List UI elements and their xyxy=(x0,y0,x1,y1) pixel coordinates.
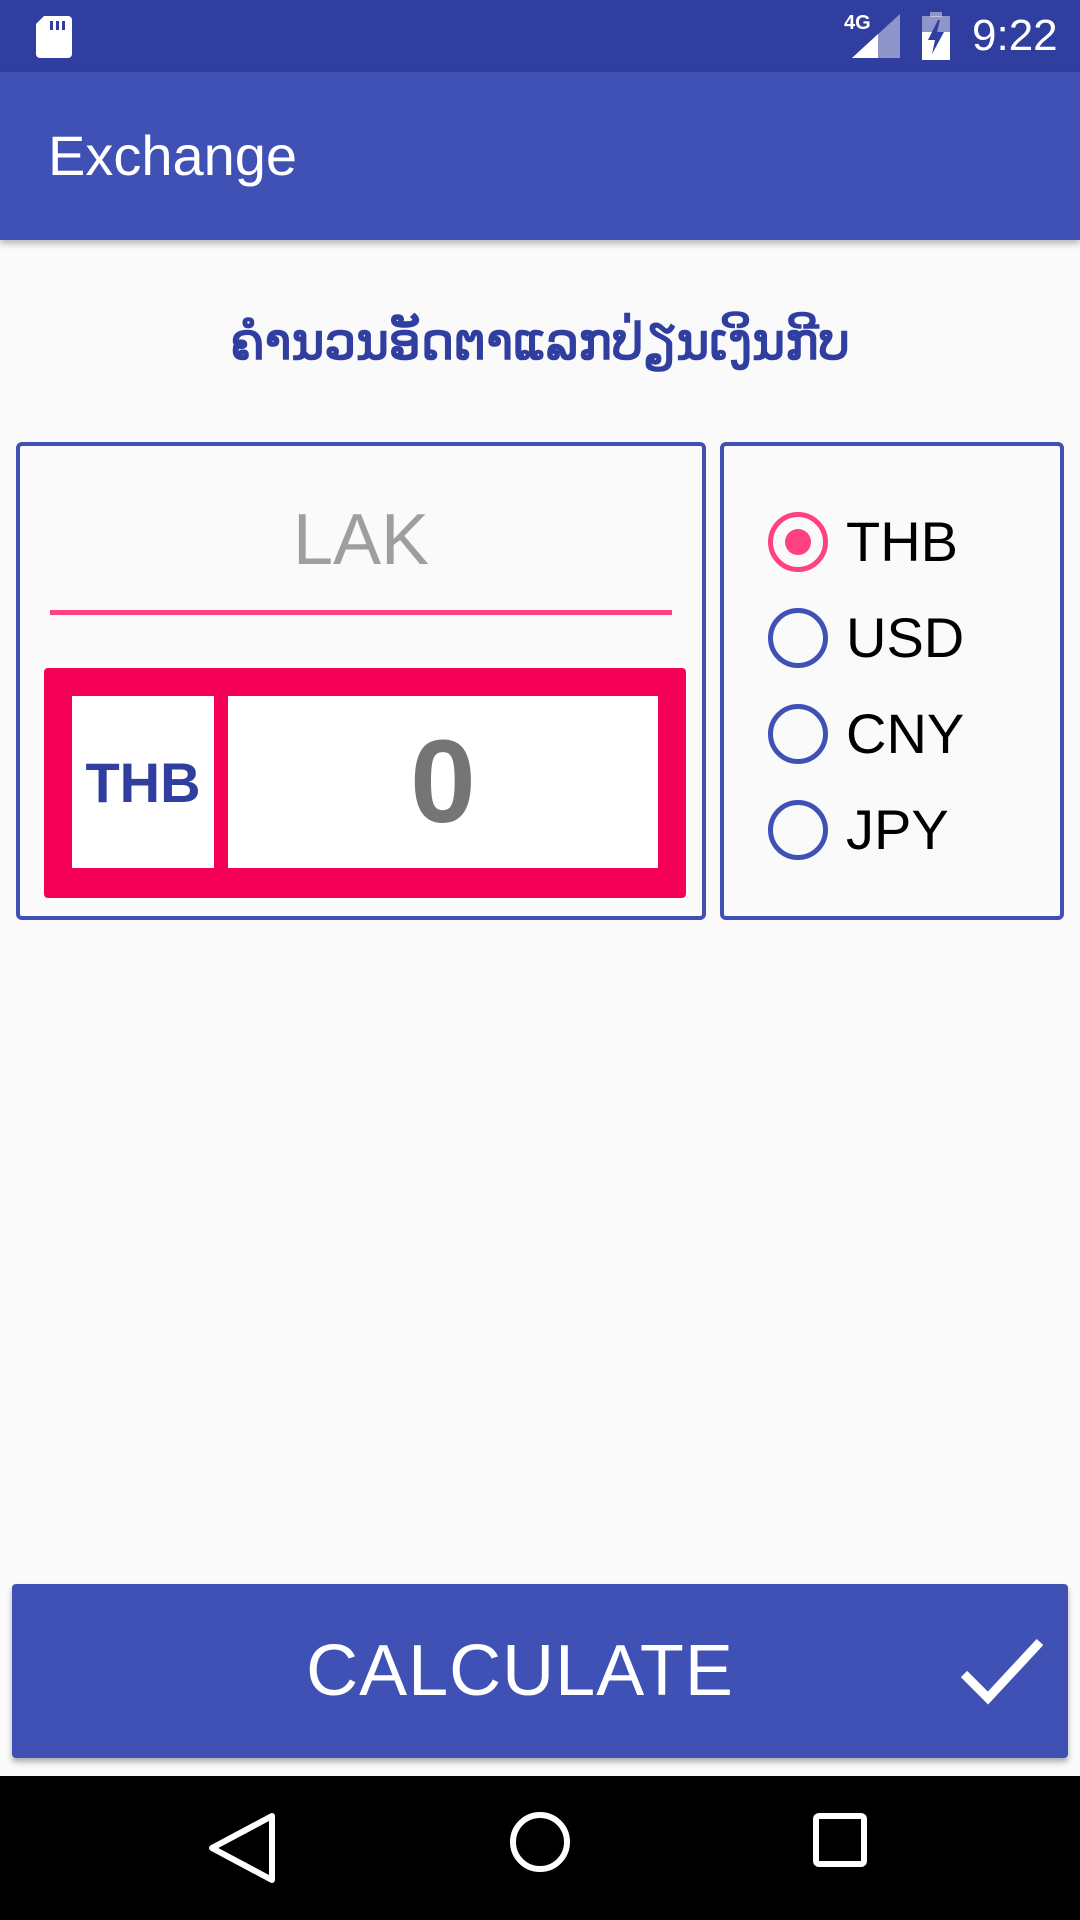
input-underline xyxy=(50,610,672,615)
radio-option-usd[interactable]: USD xyxy=(768,598,964,678)
radio-option-thb[interactable]: THB xyxy=(768,502,958,582)
app-title: Exchange xyxy=(48,124,298,187)
radio-option-jpy[interactable]: JPY xyxy=(768,790,949,870)
radio-label: CNY xyxy=(846,702,965,765)
sd-card-icon xyxy=(36,16,72,58)
result-box: THB 0 xyxy=(44,668,686,898)
radio-label: THB xyxy=(846,510,958,573)
conversion-panel: THB 0 xyxy=(16,442,706,920)
navigation-bar xyxy=(0,1776,1080,1920)
radio-unchecked-icon[interactable] xyxy=(768,800,828,860)
check-icon xyxy=(960,1638,1044,1705)
calculate-button[interactable]: CALCULATE xyxy=(12,1584,1068,1758)
radio-option-cny[interactable]: CNY xyxy=(768,694,964,774)
back-icon[interactable] xyxy=(206,1810,278,1886)
status-clock: 9:22 xyxy=(972,11,1058,60)
app-bar: Exchange xyxy=(0,72,1080,240)
radio-label: USD xyxy=(846,606,965,669)
lak-amount-input[interactable] xyxy=(50,502,672,578)
signal-icon xyxy=(852,14,900,58)
currency-radio-group: THB USD CNY JPY xyxy=(720,442,1064,920)
radio-label: JPY xyxy=(846,798,949,861)
result-value: 0 xyxy=(410,716,476,848)
radio-unchecked-icon[interactable] xyxy=(768,704,828,764)
calculate-button-label: CALCULATE xyxy=(306,1631,734,1711)
battery-charging-icon xyxy=(922,12,950,60)
result-currency-code: THB xyxy=(85,750,201,814)
home-icon[interactable] xyxy=(508,1810,572,1874)
page-heading: ຄຳນວນອັດຕາແລກປ່ຽນເງິນກີບ xyxy=(230,312,850,371)
radio-unchecked-icon[interactable] xyxy=(768,608,828,668)
recents-icon[interactable] xyxy=(812,1812,868,1868)
radio-checked-icon[interactable] xyxy=(768,512,828,572)
status-bar: 4G 9:22 xyxy=(0,0,1080,72)
result-currency-cell: THB xyxy=(72,696,214,868)
result-value-cell: 0 xyxy=(228,696,658,868)
